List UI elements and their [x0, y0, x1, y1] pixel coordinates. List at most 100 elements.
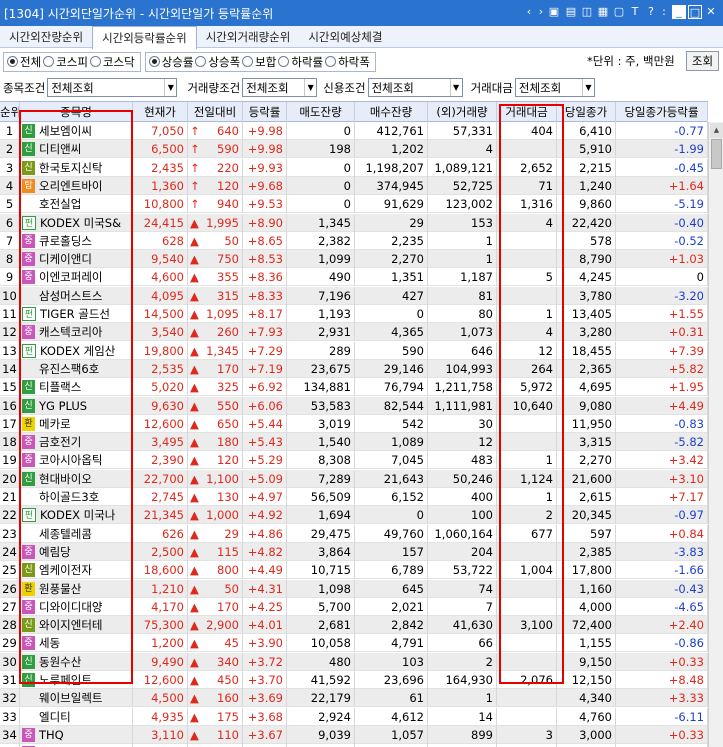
table-row[interactable]: 11 펀 TIGER 골드선 14,500 ▲ 1,095 +8.17 1,193 0 80 1 13…: [0, 305, 708, 323]
column-header[interactable]: 거래대금: [497, 102, 557, 122]
table-row[interactable]: 31 신 노루페인트 12,600 ▲ 450 +3.70 41,592 23,696 164,9…: [0, 671, 708, 689]
stock-name[interactable]: 메카로: [39, 417, 71, 431]
table-row[interactable]: 24 중 예림당 2,500 ▲ 115 +4.82 3,864 157 204 2,385 -3.8…: [0, 542, 708, 561]
column-header[interactable]: 종목명: [20, 102, 133, 122]
stock-name[interactable]: 유진스팩6호: [39, 362, 99, 376]
stock-name[interactable]: 캐스텍코리아: [39, 325, 102, 339]
stock-name[interactable]: 큐로홀딩스: [39, 234, 92, 248]
radio-all[interactable]: 전체: [7, 54, 41, 70]
table-row[interactable]: 25 신 엠케이전자 18,600 ▲ 800 +4.49 10,715 6,789 53,722…: [0, 561, 708, 580]
stock-name[interactable]: 금호전기: [39, 435, 81, 449]
table-row[interactable]: 29 중 세동 1,200 ▲ 45 +3.90 10,058 4,791 66 1,155 -0.8…: [0, 634, 708, 653]
radio-fall-rate[interactable]: 하락률: [278, 54, 323, 70]
table-row[interactable]: 12 중 캐스텍코리아 3,540 ▲ 260 +7.93 2,931 4,365 1,073 4 3…: [0, 323, 708, 342]
stock-name[interactable]: 현대바이오: [39, 472, 92, 486]
column-header[interactable]: 등락률: [243, 102, 287, 122]
stock-name[interactable]: KODEX 미국나: [40, 508, 115, 522]
scroll-thumb[interactable]: [711, 139, 722, 169]
volume-condition-select[interactable]: 전체조회 ▼: [242, 78, 318, 97]
radio-kosdaq[interactable]: 코스닥: [89, 54, 135, 70]
close-icon[interactable]: ✕: [704, 5, 718, 19]
table-row[interactable]: 5 호전실업 10,800 ↑ 940 +9.53 0 91,629 123,002 1,316 9…: [0, 195, 708, 214]
scroll-up-icon[interactable]: ▲: [710, 123, 723, 138]
stock-name[interactable]: 웨이브일렉트: [39, 691, 102, 705]
table-row[interactable]: 14 유진스팩6호 2,535 ▲ 170 +7.19 23,675 29,146 104,99…: [0, 359, 708, 378]
table-row[interactable]: 2 신 디티앤씨 6,500 ↑ 590 +9.98 198 1,202 4 5,910 -1.99: [0, 140, 708, 159]
table-row[interactable]: 3 신 한국토지신탁 2,435 ↑ 220 +9.93 0 1,198,207 1,089,12…: [0, 158, 708, 177]
column-header[interactable]: 당일종가: [557, 102, 616, 122]
table-row[interactable]: 30 신 동원수산 9,490 ▲ 340 +3.72 480 103 2 9,150 +0.33: [0, 652, 708, 671]
table-row[interactable]: 26 환 원풍물산 1,210 ▲ 50 +4.31 1,098 645 74 1,160 -0.43: [0, 579, 708, 598]
minimize-icon[interactable]: _: [672, 5, 686, 19]
table-row[interactable]: 28 신 와이지엔터테 75,300 ▲ 2,900 +4.01 2,681 2,842 41,6…: [0, 616, 708, 635]
stock-name[interactable]: 코아시아옵틱: [39, 453, 102, 467]
stock-name[interactable]: 오리엔트바이: [39, 179, 102, 193]
help-icon[interactable]: ?: [644, 5, 658, 19]
stock-name[interactable]: 노루페인트: [39, 673, 92, 687]
tab-expected-trade[interactable]: 시간외예상체결: [299, 26, 391, 48]
table-row[interactable]: 27 중 디와이디대양 4,170 ▲ 170 +4.25 5,700 2,021 7 4,000-…: [0, 597, 708, 616]
table-row[interactable]: 17 환 메카로 12,600 ▲ 650 +5.44 3,019 542 30 11,950 -0.…: [0, 414, 708, 433]
radio-kospi[interactable]: 코스피: [43, 54, 88, 70]
table-row[interactable]: 21 하이골드3호 2,745 ▲ 130 +4.97 56,509 6,152 400 1 2,6…: [0, 488, 708, 506]
stock-name[interactable]: TIGER 골드선: [40, 307, 110, 321]
tab-volume-rank[interactable]: 시간외거래량순위: [197, 26, 300, 48]
maximize-icon[interactable]: □: [688, 5, 702, 19]
table-row[interactable]: 13 펀 KODEX 게임산 19,800 ▲ 1,345 +7.29 289 590 646 12…: [0, 341, 708, 360]
table-row[interactable]: 20 신 현대바이오 22,700 ▲ 1,100 +5.09 7,289 21,643 50,2…: [0, 469, 708, 488]
link-icon[interactable]: ▤: [564, 5, 578, 19]
table-row[interactable]: 33 엘디티 4,935 ▲ 175 +3.68 2,924 4,612 14 4,760 -6.1…: [0, 707, 708, 726]
table-row[interactable]: 16 신 YG PLUS 9,630 ▲ 550 +6.06 53,583 82,544 1,11…: [0, 396, 708, 415]
lock-icon[interactable]: ▢: [612, 5, 626, 19]
tab-remaining-rank[interactable]: 시간외잔량순위: [0, 26, 92, 48]
expand-icon[interactable]: :: [657, 5, 671, 19]
table-row[interactable]: 34 중 THQ 3,110 ▲ 110 +3.67 9,039 1,057 899 3 3,000 +…: [0, 725, 708, 744]
table-row[interactable]: 32 웨이브일렉트 4,500 ▲ 160 +3.69 22,179 61 1 4,340 +3.3…: [0, 689, 708, 708]
stock-condition-select[interactable]: 전체조회 ▼: [47, 78, 178, 97]
capture-icon[interactable]: ◫: [580, 5, 594, 19]
amount-condition-select[interactable]: 전체조회 ▼: [514, 78, 595, 97]
table-row[interactable]: 9 중 이엔코퍼레이 4,600 ▲ 355 +8.36 490 1,351 1,187 5 4,24…: [0, 268, 708, 287]
table-row[interactable]: 8 중 디케이앤디 9,540 ▲ 750 +8.53 1,099 2,270 1 8,790 +1.…: [0, 250, 708, 269]
column-header[interactable]: 매도잔량: [287, 102, 355, 122]
stock-name[interactable]: 삼성머스트스: [39, 289, 102, 303]
stock-name[interactable]: 디티앤씨: [39, 142, 81, 156]
stock-name[interactable]: 예림당: [39, 545, 71, 559]
column-header[interactable]: 현재가: [133, 102, 188, 122]
column-header[interactable]: 매수잔량: [355, 102, 428, 122]
table-row[interactable]: 19 중 코아시아옵틱 2,390 ▲ 120 +5.29 8,308 7,045 483 1 2,2…: [0, 451, 708, 470]
stock-name[interactable]: KODEX 게임산: [40, 344, 115, 358]
column-header[interactable]: 순위: [0, 102, 20, 122]
print-icon[interactable]: ▦: [596, 5, 610, 19]
table-row[interactable]: 1 신 세보엠이씨 7,050 ↑ 640 +9.98 0 412,761 57,331 404 6,…: [0, 122, 708, 140]
stock-name[interactable]: 디와이디대양: [39, 600, 102, 614]
credit-condition-select[interactable]: 전체조회 ▼: [367, 78, 463, 97]
table-row[interactable]: 15 신 티플랙스 5,020 ▲ 325 +6.92 134,881 76,794 1,211,…: [0, 378, 708, 397]
table-row[interactable]: 10 삼성머스트스 4,095 ▲ 315 +8.33 7,196 427 81 3,780 -3.…: [0, 286, 708, 305]
stock-name[interactable]: 디케이앤디: [39, 252, 92, 266]
stock-name[interactable]: 이엔코퍼레이: [39, 270, 102, 284]
search-button[interactable]: 조회: [686, 51, 719, 71]
next-icon[interactable]: ›: [534, 5, 548, 19]
column-header[interactable]: (외)거래량: [428, 102, 497, 122]
stock-name[interactable]: 세종텔레콤: [39, 527, 92, 541]
stock-name[interactable]: YG PLUS: [39, 399, 87, 413]
table-row[interactable]: 4 탑 오리엔트바이 1,360 ↑ 120 +9.68 0 374,945 52,725 71 1,…: [0, 176, 708, 195]
stock-name[interactable]: 세보엠이씨: [39, 124, 92, 138]
stock-name[interactable]: 한국토지신탁: [39, 161, 102, 175]
stock-name[interactable]: 세동: [39, 636, 60, 650]
column-header[interactable]: 당일종가등락률: [616, 102, 708, 122]
stock-name[interactable]: 티플랙스: [39, 380, 81, 394]
stock-name[interactable]: THQ: [39, 728, 64, 742]
column-header[interactable]: 전일대비: [188, 102, 243, 122]
screen-icon[interactable]: ▣: [547, 5, 561, 19]
font-icon[interactable]: T: [628, 5, 642, 19]
stock-name[interactable]: 와이지엔터테: [39, 618, 102, 632]
radio-fall-amount[interactable]: 하락폭: [325, 54, 370, 70]
stock-name[interactable]: 하이골드3호: [39, 490, 99, 504]
radio-flat[interactable]: 보합: [242, 54, 276, 70]
radio-rise-rate[interactable]: 상승률: [148, 54, 193, 70]
stock-name[interactable]: 원풍물산: [39, 582, 81, 596]
radio-rise-amount[interactable]: 상승폭: [195, 54, 240, 70]
vertical-scrollbar[interactable]: ▲: [708, 122, 723, 747]
